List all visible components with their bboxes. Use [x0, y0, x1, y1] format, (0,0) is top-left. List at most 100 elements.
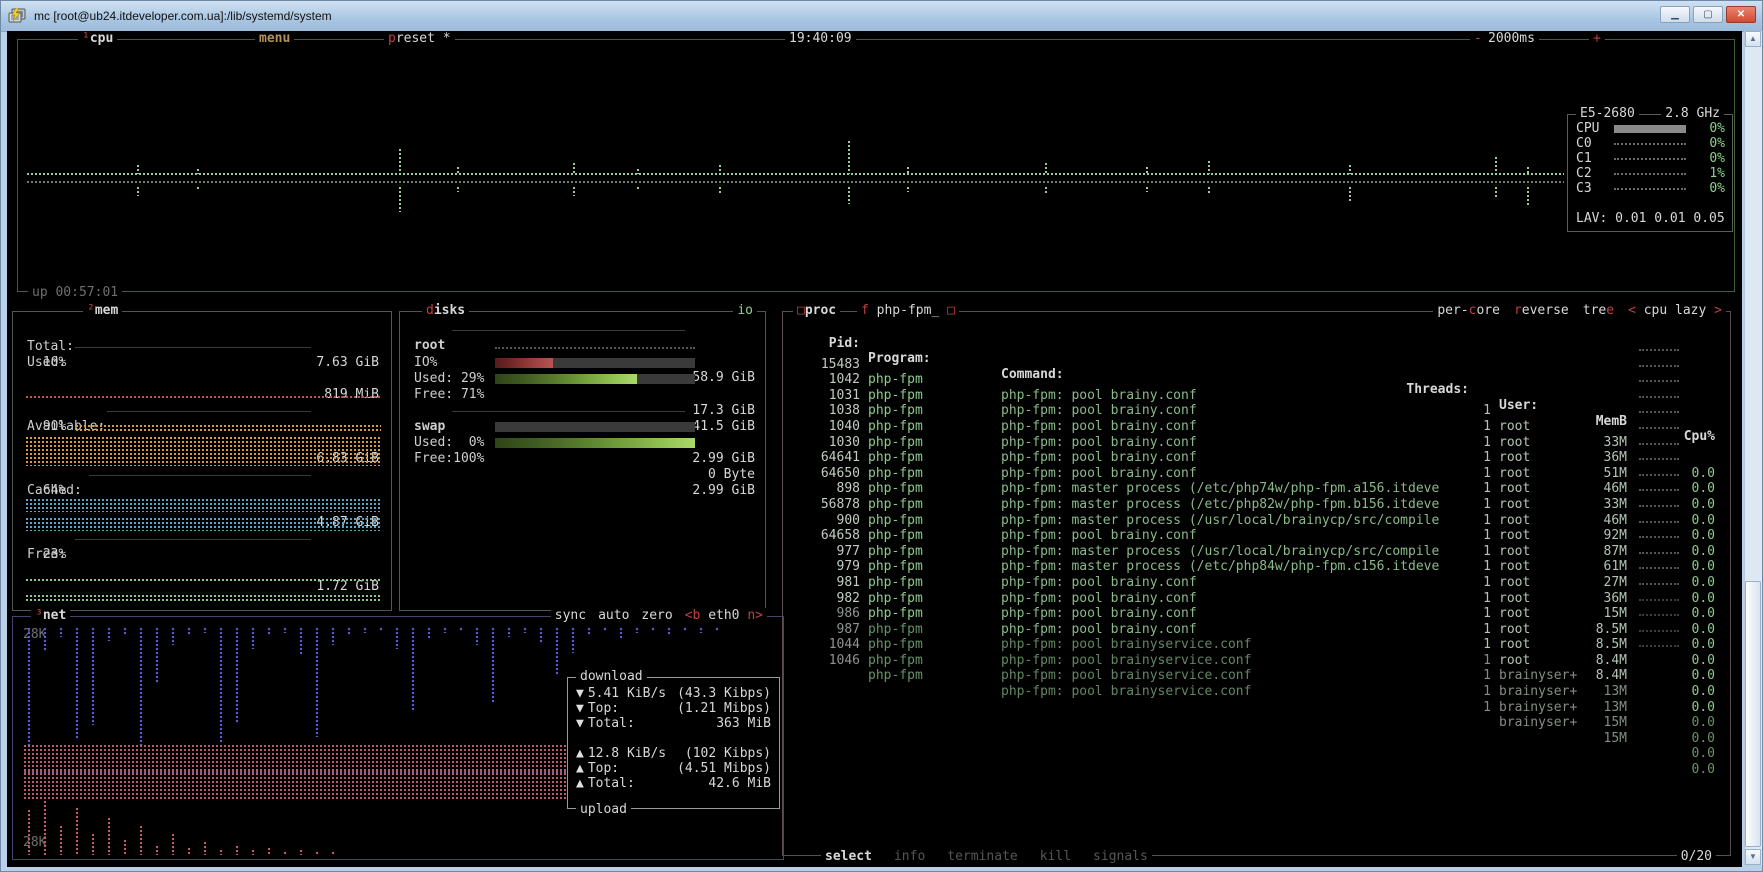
process-row[interactable]: 981 php-fpm php-fpm: pool brainy.conf 1 …	[783, 559, 1730, 575]
process-mem-sparkline	[1639, 536, 1679, 538]
process-row[interactable]: 64658 php-fpm php-fpm: master process (/…	[783, 513, 1730, 529]
terminal: ¹cpu menu preset * 19:40:09 - 2000ms + E…	[7, 31, 1742, 867]
process-row[interactable]: 15483 php-fpm php-fpm: pool brainy.conf …	[783, 341, 1730, 357]
scroll-down-icon[interactable]: ▼	[1745, 849, 1761, 865]
memory-box-title[interactable]: ²mem	[83, 303, 122, 318]
disks-box-title[interactable]: disks	[422, 303, 469, 318]
net-speed-panel: download ▼5.41 KiB/s(43.3 Kibps) ▼Top:(1…	[567, 677, 780, 809]
process-row[interactable]: 977 php-fpm php-fpm: pool brainy.conf 1 …	[783, 528, 1730, 544]
core-load-bar	[1614, 125, 1686, 133]
disks-io-button[interactable]: io	[733, 303, 757, 318]
cpu-box: ¹cpu menu preset * 19:40:09 - 2000ms + E…	[17, 39, 1735, 292]
close-button[interactable]: ✕	[1726, 6, 1756, 23]
process-row[interactable]: 1031 php-fpm php-fpm: pool brainy.conf 1…	[783, 372, 1730, 388]
disk-root-used-row: Used: 29% 17.3 GiB	[400, 355, 765, 371]
info-button[interactable]: info	[894, 849, 925, 864]
core-load-bar	[1614, 188, 1686, 190]
process-mem-sparkline	[1639, 411, 1679, 413]
mem-cached-graph	[25, 498, 381, 512]
cpu-core-row: C3 0%	[1568, 181, 1732, 197]
mem-free-row: Free: 1.72 GiB	[13, 531, 391, 547]
mem-cached-percent: 64%	[13, 483, 391, 499]
preset-button[interactable]: preset *	[384, 31, 455, 46]
mem-available-graph	[25, 436, 381, 466]
process-row[interactable]: 56878 php-fpm php-fpm: pool brainy.conf …	[783, 481, 1730, 497]
process-mem-sparkline	[1639, 474, 1679, 476]
upload-graph	[27, 800, 587, 855]
process-mem-sparkline	[1639, 583, 1679, 585]
scrollbar-thumb[interactable]	[1745, 581, 1761, 847]
upload-arrow-icon: ▲	[576, 761, 584, 776]
process-mem-sparkline	[1639, 427, 1679, 429]
process-row[interactable]: 1044 php-fpm php-fpm: pool brainyservice…	[783, 622, 1730, 638]
process-row[interactable]: 1030 php-fpm php-fpm: pool brainy.conf 1…	[783, 419, 1730, 435]
cpu-box-title[interactable]: ¹cpu	[78, 31, 117, 46]
scrollbar[interactable]: ▲ ▼	[1744, 31, 1762, 865]
core-load-bar	[1614, 173, 1686, 175]
mem-used-row: Used: 819 MiB	[13, 339, 391, 355]
tree-toggle[interactable]: tree	[1583, 303, 1614, 318]
interval-increase-button[interactable]: +	[1589, 31, 1605, 46]
cpu-core-row: C0 0%	[1568, 136, 1732, 152]
process-row[interactable]: 1038 php-fpm php-fpm: pool brainy.conf 1…	[783, 388, 1730, 404]
process-row[interactable]: 898 php-fpm php-fpm: master process (/us…	[783, 466, 1730, 482]
mem-total-row: Total: 7.63 GiB	[13, 323, 391, 339]
disk-free-bar	[495, 374, 695, 384]
process-filter[interactable]: f php-fpm_ □	[857, 303, 959, 318]
cpu-usage-graph	[26, 140, 1564, 232]
per-core-toggle[interactable]: per-core	[1437, 303, 1500, 318]
net-interface-switcher[interactable]: <b eth0 n>	[685, 608, 763, 623]
process-mem-sparkline	[1639, 630, 1679, 632]
net-zero-toggle[interactable]: zero	[641, 608, 672, 623]
download-total-row: ▼Total:363 MiB	[576, 716, 771, 731]
process-row[interactable]: 64641 php-fpm php-fpm: master process (/…	[783, 435, 1730, 451]
disk-swap-row: swap 2.99 GiB	[400, 403, 765, 419]
terminate-button[interactable]: terminate	[947, 849, 1017, 864]
process-row[interactable]: 1046 php-fpm php-fpm: pool brainyservice…	[783, 637, 1730, 653]
process-row[interactable]: 987 php-fpm php-fpm: pool brainyservice.…	[783, 606, 1730, 622]
kill-button[interactable]: kill	[1040, 849, 1071, 864]
net-sync-toggle[interactable]: sync	[555, 608, 586, 623]
mem-available-graph	[75, 424, 381, 433]
net-auto-toggle[interactable]: auto	[598, 608, 629, 623]
process-counter: 0/20	[1677, 849, 1716, 864]
mem-used-percent: 10%	[13, 355, 391, 371]
mem-free-graph	[25, 578, 381, 583]
process-row[interactable]: 979 php-fpm php-fpm: pool brainy.conf 1 …	[783, 544, 1730, 560]
cpu-core-row: C1 0%	[1568, 151, 1732, 167]
putty-window: mc [root@ub24.itdeveloper.com.ua]:/lib/s…	[0, 0, 1763, 872]
process-mem-sparkline	[1639, 599, 1679, 601]
clock: 19:40:09	[785, 31, 856, 46]
process-row[interactable]: 1042 php-fpm php-fpm: pool brainy.conf 1…	[783, 357, 1730, 373]
process-row[interactable]: 1040 php-fpm php-fpm: pool brainy.conf 1…	[783, 403, 1730, 419]
select-button[interactable]: select	[825, 849, 872, 864]
download-arrow-icon: ▼	[576, 716, 584, 731]
process-row[interactable]: 900 php-fpm php-fpm: master process (/us…	[783, 497, 1730, 513]
upload-arrow-icon: ▲	[576, 776, 584, 791]
scroll-up-icon[interactable]: ▲	[1745, 31, 1761, 47]
window-titlebar[interactable]: mc [root@ub24.itdeveloper.com.ua]:/lib/s…	[1, 1, 1762, 32]
download-speed-row: ▼5.41 KiB/s(43.3 Kibps)	[576, 686, 771, 701]
signals-button[interactable]: signals	[1093, 849, 1148, 864]
memory-box: ²mem Total: 7.63 GiB Used: 819 MiB 10% A…	[12, 311, 392, 611]
process-row[interactable]: 64650 php-fpm php-fpm: master process (/…	[783, 450, 1730, 466]
process-mem-sparkline	[1639, 505, 1679, 507]
process-row[interactable]: 986 php-fpm php-fpm: pool brainyservice.…	[783, 591, 1730, 607]
minimize-button[interactable]: ▁	[1660, 6, 1690, 23]
process-row[interactable]: 982 php-fpm php-fpm: pool brainy.conf 1 …	[783, 575, 1730, 591]
disks-box: disks io root 58.9 GiB IO% Used: 29% 17.…	[399, 311, 766, 611]
cpu-model: E5-2680	[1576, 106, 1639, 121]
upload-total-row: ▲Total:42.6 MiB	[576, 776, 771, 791]
network-box-title[interactable]: ³net	[31, 608, 70, 623]
upload-graph-band	[23, 744, 571, 800]
menu-button[interactable]: menu	[255, 31, 294, 46]
maximize-button[interactable]: ▢	[1693, 6, 1723, 23]
upload-arrow-icon: ▲	[576, 746, 584, 761]
interval-value: 2000ms	[1484, 31, 1539, 46]
process-mem-sparkline	[1639, 396, 1679, 398]
download-arrow-icon: ▼	[576, 686, 584, 701]
sort-pager[interactable]: < cpu lazy >	[1628, 303, 1722, 318]
cpu-core-row: CPU 0%	[1568, 121, 1732, 137]
network-box: ³net sync auto zero <b eth0 n> 28K 28K d…	[12, 616, 784, 860]
reverse-toggle[interactable]: reverse	[1514, 303, 1569, 318]
